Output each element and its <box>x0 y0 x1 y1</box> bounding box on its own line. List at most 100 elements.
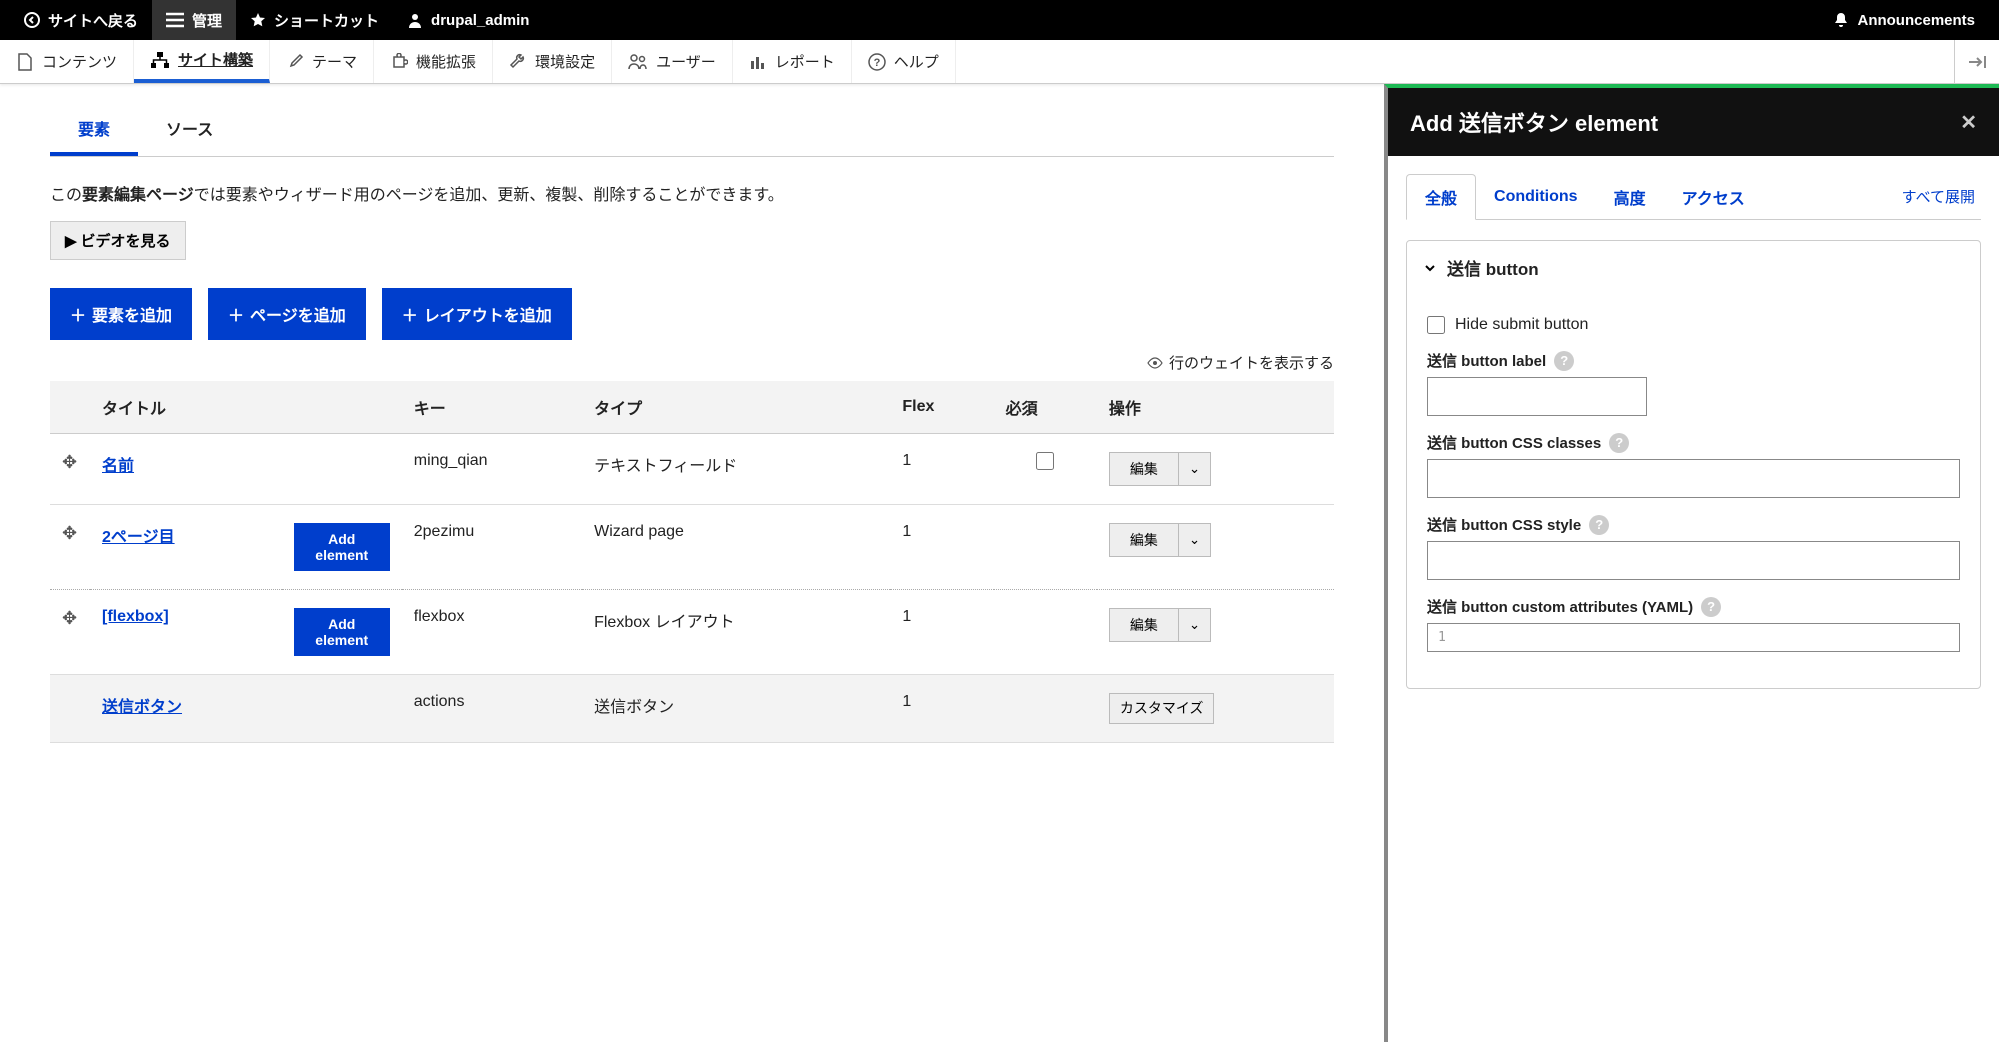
hide-submit-label: Hide submit button <box>1455 316 1588 334</box>
sidebar-collapse-button[interactable] <box>1954 40 1999 83</box>
side-tabs: 全般 Conditions 高度 アクセス すべて展開 <box>1406 174 1981 220</box>
ops-dropdown-button[interactable]: ⌄ <box>1178 452 1211 486</box>
hide-submit-checkbox[interactable] <box>1427 316 1445 334</box>
barchart-icon <box>749 53 767 71</box>
row-title-link[interactable]: 名前 <box>102 458 134 475</box>
side-tab-conditions[interactable]: Conditions <box>1476 178 1596 216</box>
menu-people[interactable]: ユーザー <box>612 40 733 83</box>
admin-menubar: コンテンツ サイト構築 テーマ 機能拡張 環境設定 ユーザー レポート ? ヘル… <box>0 40 1999 84</box>
menu-appearance[interactable]: テーマ <box>270 40 374 83</box>
menu-config[interactable]: 環境設定 <box>493 40 612 83</box>
add-layout-label: レイアウトを追加 <box>424 302 552 326</box>
show-weights-label: 行のウェイトを表示する <box>1169 352 1334 373</box>
row-title-link[interactable]: [flexbox] <box>102 608 169 625</box>
css-style-row: 送信 button CSS style? <box>1427 514 1960 580</box>
edit-button[interactable]: 編集 <box>1109 608 1179 642</box>
content-area: 要素 ソース この要素編集ページでは要素やウィザード用のページを追加、更新、複製… <box>0 84 1999 1042</box>
back-to-site[interactable]: サイトへ戻る <box>10 0 152 40</box>
th-required[interactable]: 必須 <box>994 381 1097 434</box>
collapse-right-icon <box>1967 54 1987 70</box>
table-row: ✥ [flexbox] Add element flexbox Flexbox … <box>50 590 1334 675</box>
th-type[interactable]: タイプ <box>582 381 890 434</box>
menu-structure[interactable]: サイト構築 <box>134 40 270 83</box>
add-element-inline-button[interactable]: Add element <box>294 523 390 571</box>
th-title[interactable]: タイトル <box>90 381 282 434</box>
shortcuts-link[interactable]: ショートカット <box>236 0 393 40</box>
chevron-down-icon: ⌄ <box>1189 532 1200 547</box>
add-layout-button[interactable]: ＋レイアウトを追加 <box>382 288 572 340</box>
button-label-input[interactable] <box>1427 377 1647 416</box>
people-icon <box>628 53 648 71</box>
plus-icon: ＋ <box>228 302 244 326</box>
drag-handle-icon[interactable]: ✥ <box>62 523 77 543</box>
user-menu[interactable]: drupal_admin <box>393 0 543 40</box>
menu-extend-label: 機能拡張 <box>416 51 476 72</box>
details-toggle[interactable]: 送信 button <box>1407 241 1980 294</box>
css-classes-label: 送信 button CSS classes <box>1427 432 1601 453</box>
close-button[interactable]: ✕ <box>1960 110 1977 135</box>
menubar-spacer <box>956 40 1954 83</box>
submit-button-details: 送信 button Hide submit button 送信 button l… <box>1406 240 1981 689</box>
help-icon[interactable]: ? <box>1589 515 1609 535</box>
tab-elements[interactable]: 要素 <box>50 104 138 156</box>
show-weights-toggle[interactable]: 行のウェイトを表示する <box>50 352 1334 373</box>
th-flex[interactable]: Flex <box>890 381 993 434</box>
expand-all-link[interactable]: すべて展開 <box>1902 186 1981 207</box>
add-element-button[interactable]: ＋要素を追加 <box>50 288 192 340</box>
add-element-inline-button[interactable]: Add element <box>294 608 390 656</box>
menu-reports[interactable]: レポート <box>733 40 852 83</box>
row-type: Flexbox レイアウト <box>582 590 890 675</box>
tab-source[interactable]: ソース <box>138 104 241 156</box>
help-icon[interactable]: ? <box>1609 433 1629 453</box>
help-icon[interactable]: ? <box>1701 597 1721 617</box>
css-classes-input[interactable] <box>1427 459 1960 498</box>
chevron-down-icon <box>1423 261 1437 275</box>
offcanvas-panel: Add 送信ボタン element ✕ 全般 Conditions 高度 アクセ… <box>1384 84 1999 1042</box>
play-icon: ▶ <box>65 232 77 250</box>
side-tab-access[interactable]: アクセス <box>1664 175 1763 219</box>
drag-handle-icon[interactable]: ✥ <box>62 608 77 628</box>
announcements-link[interactable]: Announcements <box>1819 0 1989 40</box>
customize-button[interactable]: カスタマイズ <box>1109 693 1215 724</box>
row-flex: 1 <box>890 590 993 675</box>
css-style-input[interactable] <box>1427 541 1960 580</box>
ops-dropdown-button[interactable]: ⌄ <box>1178 523 1211 557</box>
required-checkbox[interactable] <box>1036 452 1054 470</box>
yaml-label: 送信 button custom attributes (YAML) <box>1427 596 1693 617</box>
drag-handle-icon[interactable]: ✥ <box>62 452 77 472</box>
video-btn-label: ビデオを見る <box>81 230 171 251</box>
th-key[interactable]: キー <box>402 381 582 434</box>
back-icon <box>24 12 40 28</box>
menu-help[interactable]: ? ヘルプ <box>852 40 956 83</box>
th-ops[interactable]: 操作 <box>1097 381 1334 434</box>
side-tab-advanced[interactable]: 高度 <box>1596 175 1664 219</box>
side-tab-general[interactable]: 全般 <box>1406 174 1476 220</box>
shortcuts-label: ショートカット <box>274 10 379 31</box>
page-description: この要素編集ページでは要素やウィザード用のページを追加、更新、複製、削除すること… <box>50 181 1334 205</box>
edit-button[interactable]: 編集 <box>1109 452 1179 486</box>
chevron-down-icon: ⌄ <box>1189 461 1200 476</box>
manage-toggle[interactable]: 管理 <box>152 0 236 40</box>
back-label: サイトへ戻る <box>48 10 138 31</box>
row-title-link[interactable]: 送信ボタン <box>102 699 182 716</box>
row-flex: 1 <box>890 434 993 505</box>
ops-dropdown-button[interactable]: ⌄ <box>1178 608 1211 642</box>
menu-content-label: コンテンツ <box>42 51 117 72</box>
watch-video-button[interactable]: ▶ ビデオを見る <box>50 221 186 260</box>
row-key: ming_qian <box>402 434 582 505</box>
yaml-input[interactable]: 1 <box>1427 623 1960 652</box>
menu-config-label: 環境設定 <box>535 51 595 72</box>
yaml-row: 送信 button custom attributes (YAML)? 1 <box>1427 596 1960 652</box>
yaml-line-number: 1 <box>1438 630 1446 645</box>
user-icon <box>407 12 423 28</box>
menu-content[interactable]: コンテンツ <box>0 40 134 83</box>
close-icon: ✕ <box>1960 112 1977 134</box>
bell-icon <box>1833 12 1849 28</box>
help-icon[interactable]: ? <box>1554 351 1574 371</box>
add-element-label: 要素を追加 <box>92 302 172 326</box>
row-title-link[interactable]: 2ページ目 <box>102 529 175 546</box>
add-page-label: ページを追加 <box>250 302 346 326</box>
add-page-button[interactable]: ＋ページを追加 <box>208 288 366 340</box>
edit-button[interactable]: 編集 <box>1109 523 1179 557</box>
menu-extend[interactable]: 機能拡張 <box>374 40 493 83</box>
